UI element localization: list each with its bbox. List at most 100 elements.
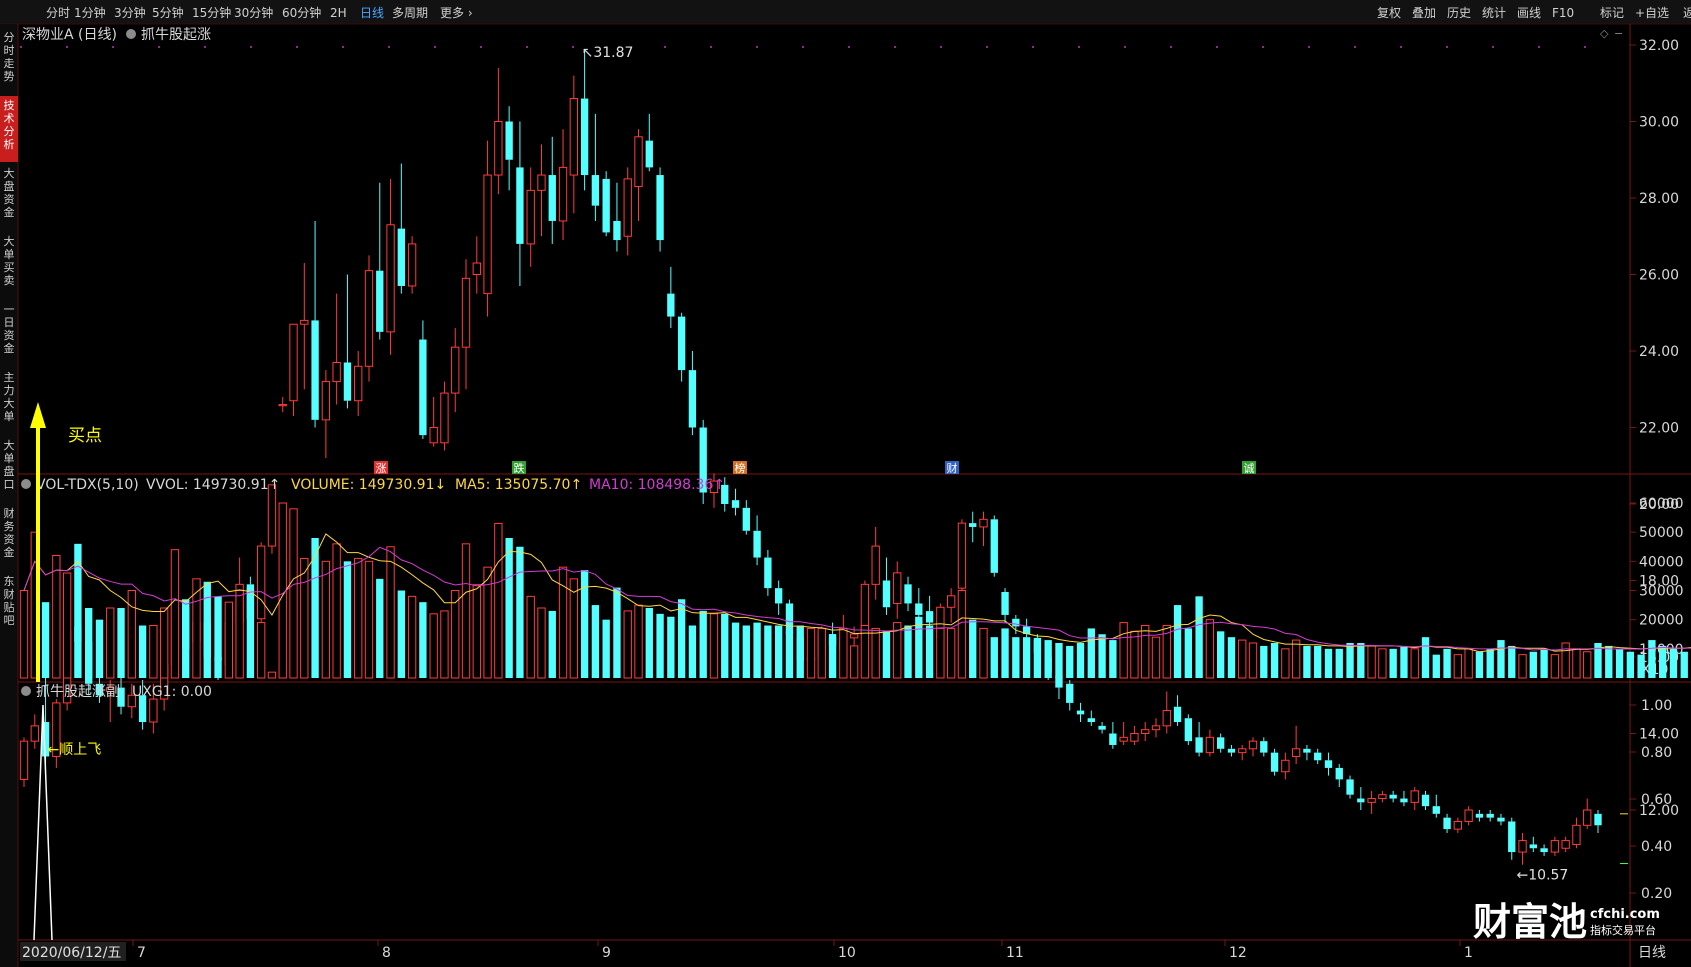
volume-title: VOL-TDX(5,10) [36, 477, 139, 493]
indicator-toggle-icon[interactable] [126, 29, 136, 39]
volume-bar [1151, 636, 1161, 679]
tool-button-8[interactable]: 返回 [1683, 6, 1691, 20]
volume-bar [1314, 645, 1322, 678]
volume-bar [214, 596, 222, 678]
volume-bar [1357, 643, 1365, 678]
volume-bar [957, 590, 967, 679]
event-marker-4[interactable]: 诚 [1242, 461, 1256, 475]
volume-bar [246, 587, 255, 678]
left-tab-1[interactable]: 技术分析 [0, 96, 18, 162]
volume-tick: 50000 [1639, 525, 1684, 541]
indicator-tick: 1.00 [1641, 698, 1672, 714]
volume-bar [1475, 651, 1484, 678]
volume-bar [774, 625, 783, 678]
period-tab-4[interactable]: 15分钟 [192, 5, 231, 20]
candle [957, 519, 967, 596]
indicator-tick: 0.60 [1641, 792, 1672, 808]
volume-bar [925, 625, 934, 678]
volume-bar [516, 546, 524, 678]
volume-bar [817, 627, 826, 679]
event-marker-0[interactable]: 涨 [374, 461, 388, 475]
volume-bar [1335, 648, 1343, 678]
volume-bar [192, 578, 201, 679]
volume-bar [1378, 648, 1387, 679]
left-tab-2[interactable]: 大盘资金 [4, 166, 15, 219]
period-tab-6[interactable]: 60分钟 [282, 5, 321, 20]
tool-button-1[interactable]: 叠加 [1412, 6, 1436, 20]
volume-bar [753, 622, 761, 678]
period-tab-10[interactable]: 更多 › [440, 6, 473, 20]
volume-bar [806, 627, 816, 679]
month-label-3: 10 [838, 945, 856, 961]
period-tab-2[interactable]: 3分钟 [114, 5, 146, 20]
svg-text:跌: 跌 [514, 461, 525, 475]
volume-bar [52, 555, 61, 679]
high-price-label: ↖31.87 [582, 45, 634, 61]
left-tab-8[interactable]: 东财贴吧 [4, 575, 15, 627]
left-tab-6[interactable]: 大单盘口 [4, 438, 15, 491]
price-tick: 26.00 [1639, 268, 1679, 284]
volume-bar [159, 607, 169, 679]
tool-button-7[interactable]: +自选 [1635, 6, 1669, 20]
left-tab-0[interactable]: 分时走势 [4, 31, 15, 83]
volume-bar [1518, 654, 1527, 679]
volume-tick: 30000 [1639, 584, 1684, 600]
indicator-panel-toggle-icon[interactable] [21, 686, 31, 696]
volume-bar [1421, 637, 1430, 678]
volume-bar [311, 538, 319, 678]
volume-bar [1572, 648, 1581, 679]
left-tab-3[interactable]: 大单买卖 [4, 234, 15, 287]
event-marker-3[interactable]: 财 [945, 461, 959, 475]
period-tab-7[interactable]: 2H [330, 6, 347, 20]
tool-button-6[interactable]: 标记 [1600, 6, 1624, 20]
event-marker-1[interactable]: 跌 [512, 461, 526, 475]
volume-bar [721, 613, 729, 678]
volume-bar [990, 637, 998, 678]
period-tab-0[interactable]: 分时 [46, 6, 70, 20]
volume-bar [182, 599, 190, 678]
indicator-tick: 0.20 [1641, 886, 1672, 902]
left-tab-4[interactable]: 一日资金 [4, 303, 15, 355]
period-tab-3[interactable]: 5分钟 [152, 5, 184, 20]
volume-bar [376, 578, 384, 678]
volume-bar [1119, 622, 1128, 679]
volume-bar [1410, 648, 1419, 679]
price-tick: 32.00 [1639, 38, 1679, 54]
ma10-value: MA10: 108498.36↑ [589, 477, 725, 493]
price-tick: 28.00 [1639, 191, 1679, 207]
price-tick: 24.00 [1639, 344, 1679, 360]
volume-bar [613, 587, 621, 678]
tool-button-4[interactable]: 画线 [1517, 6, 1541, 20]
tool-button-3[interactable]: 统计 [1482, 6, 1506, 20]
period-tab-1[interactable]: 1分钟 [74, 5, 106, 20]
period-tab-9[interactable]: 多周期 [392, 6, 428, 20]
tool-button-5[interactable]: F10 [1552, 6, 1574, 20]
volume-bar [699, 610, 707, 678]
volume-bar [667, 616, 675, 678]
indicator-tick: 0.80 [1641, 745, 1672, 761]
svg-text:大单盘口: 大单盘口 [4, 438, 15, 491]
volume-bar [1195, 596, 1203, 678]
left-tab-5[interactable]: 主力大单 [4, 371, 15, 423]
tool-button-0[interactable]: 复权 [1377, 6, 1401, 20]
volume-bar [645, 608, 653, 678]
left-tab-7[interactable]: 财务资金 [4, 506, 15, 559]
volume-bar [472, 584, 481, 679]
volume-bar [1648, 640, 1656, 678]
minus-icon[interactable]: − [1614, 27, 1623, 40]
svg-text:财务资金: 财务资金 [4, 506, 15, 559]
candle [1270, 748, 1279, 776]
volume-bar [354, 557, 363, 679]
tool-button-2[interactable]: 历史 [1447, 6, 1471, 20]
volume-bar [1001, 628, 1009, 678]
volume-bar [19, 590, 29, 679]
period-tab-8[interactable]: 日线 [360, 6, 384, 20]
month-label-1: 8 [382, 945, 391, 961]
volume-toggle-icon[interactable] [21, 479, 31, 489]
volume-bar [117, 608, 125, 678]
volume-bar [1659, 645, 1667, 678]
volume-bar [1130, 630, 1139, 679]
period-tab-5[interactable]: 30分钟 [234, 5, 273, 20]
event-marker-2[interactable]: 榜 [733, 461, 747, 475]
diamond-icon[interactable]: ◇ [1600, 27, 1609, 40]
